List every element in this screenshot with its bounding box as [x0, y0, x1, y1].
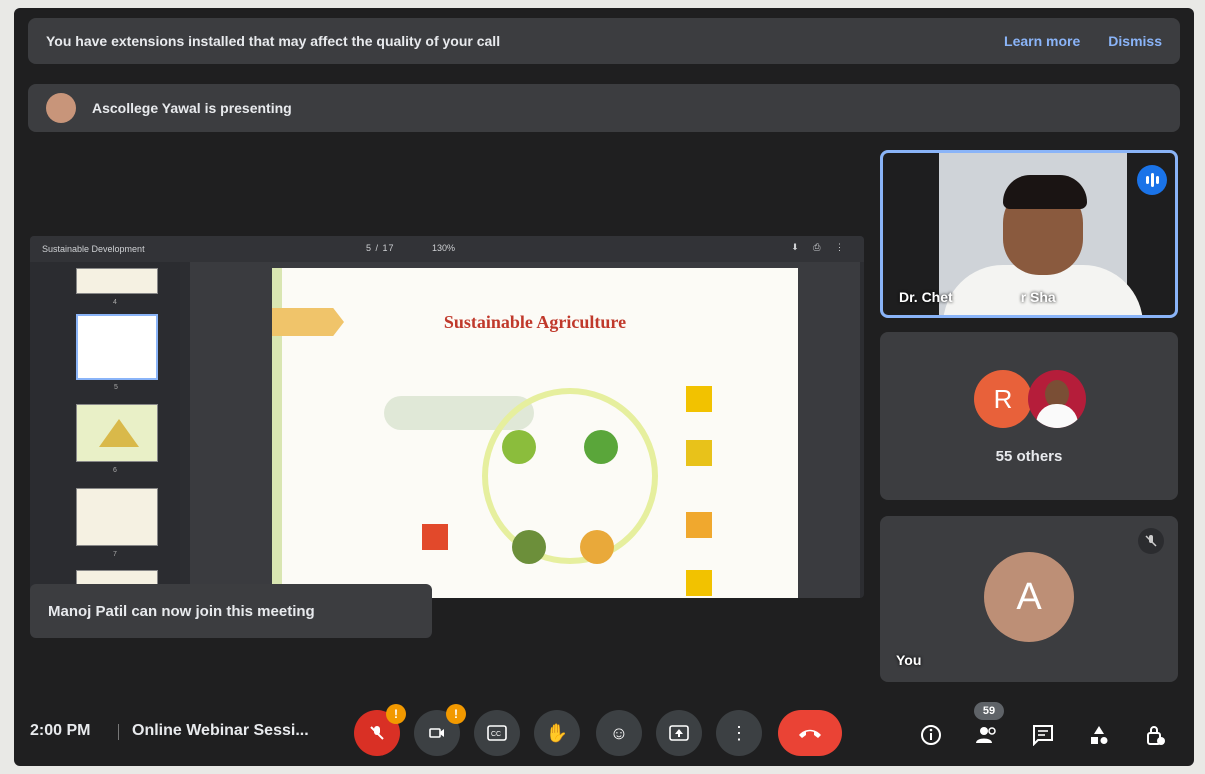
participant-count-badge: 59 [974, 702, 1004, 720]
present-screen-button[interactable] [656, 710, 702, 756]
thumbnail-number: 4 [113, 299, 117, 306]
lock-icon [1147, 726, 1165, 745]
self-tile[interactable]: A You [880, 516, 1178, 682]
warning-badge: ! [386, 704, 406, 724]
leave-call-button[interactable] [778, 710, 842, 756]
presenter-avatar [46, 93, 76, 123]
meeting-time: 2:00 PM [30, 722, 91, 739]
others-count-label: 55 others [995, 448, 1063, 465]
activities-button[interactable] [1086, 722, 1112, 748]
host-controls-button[interactable] [1142, 722, 1168, 748]
more-vert-icon: ⋮ [730, 722, 748, 743]
camera-toggle-button[interactable]: ! [414, 704, 466, 756]
bottom-control-bar: 2:00 PM Online Webinar Sessi... ! ! CC ✋… [14, 694, 1194, 766]
separator [118, 724, 119, 740]
sdg-icon [686, 440, 712, 466]
meeting-details-button[interactable] [918, 722, 944, 748]
slide-canvas: Sustainable Agriculture [190, 262, 860, 598]
raise-hand-button[interactable]: ✋ [534, 710, 580, 756]
participant-photo-avatar [1028, 370, 1086, 428]
slide-thumbnail: 6 [76, 404, 158, 474]
presenting-text: Ascollege Yawal is presenting [92, 100, 292, 116]
thumbnail-number: 7 [113, 551, 117, 558]
toolbar-icons: ⬇ ⎙ ⋮ [791, 242, 850, 252]
thumbnail-number: 5 [114, 384, 118, 391]
learn-more-link[interactable]: Learn more [1004, 33, 1080, 49]
present-icon [669, 725, 689, 741]
captions-button[interactable]: CC [474, 710, 520, 756]
emoji-icon: ☺ [609, 722, 629, 743]
extension-warning-banner: You have extensions installed that may a… [28, 18, 1180, 64]
self-label: You [896, 652, 922, 668]
meet-window: You have extensions installed that may a… [14, 8, 1194, 766]
page-indicator: 5 / 17 [366, 243, 395, 253]
toast-message: Manoj Patil can now join this meeting [48, 602, 315, 620]
thumbnail-sidebar: 4 5 6 7 [30, 262, 180, 598]
shared-screen[interactable]: Sustainable Development 5 / 17 130% ⬇ ⎙ … [30, 236, 864, 598]
speaker-name-end: r Sha [1020, 289, 1056, 305]
people-button[interactable]: 59 [974, 702, 1004, 748]
warning-badge: ! [446, 704, 466, 724]
speaking-indicator-icon [1137, 165, 1167, 195]
slide-title: Sustainable Agriculture [443, 312, 627, 332]
dismiss-button[interactable]: Dismiss [1108, 33, 1162, 49]
slide-node-icon [502, 430, 536, 464]
reactions-button[interactable]: ☺ [596, 710, 642, 756]
sdg-icon [686, 570, 712, 596]
speaker-video-tile[interactable]: Dr. Chet r Sha [880, 150, 1178, 318]
slide-node-icon [580, 530, 614, 564]
mic-off-icon [1138, 528, 1164, 554]
self-avatar: A [984, 552, 1074, 642]
pdf-toolbar: Sustainable Development 5 / 17 130% ⬇ ⎙ … [30, 236, 864, 262]
meeting-name: Online Webinar Sessi... [132, 722, 309, 739]
sdg-icon [686, 512, 712, 538]
camera-off-icon [429, 728, 444, 738]
chat-icon [1033, 725, 1053, 746]
more-options-button[interactable]: ⋮ [716, 710, 762, 756]
hand-icon: ✋ [545, 722, 569, 743]
activities-icon [1091, 726, 1108, 744]
people-icon [976, 727, 996, 743]
info-icon [921, 725, 941, 745]
presenting-banner: Ascollege Yawal is presenting [28, 84, 1180, 132]
join-notification-toast: Manoj Patil can now join this meeting [30, 584, 432, 638]
speaker-name-start: Dr. Chet [899, 289, 953, 305]
slide-cycle-diagram [482, 388, 658, 564]
current-slide: Sustainable Agriculture [272, 268, 798, 598]
end-call-icon [799, 729, 821, 738]
slide-thumbnail: 4 [76, 268, 158, 306]
captions-icon: CC [487, 725, 507, 741]
participant-avatar: R [974, 370, 1032, 428]
thumbnail-number: 6 [113, 467, 117, 474]
extension-warning-text: You have extensions installed that may a… [46, 33, 501, 49]
chat-button[interactable] [1030, 722, 1056, 748]
slide-thumbnail: 7 [76, 488, 158, 558]
mic-off-icon [370, 726, 384, 740]
slide-node-icon [584, 430, 618, 464]
slide-node-icon [512, 530, 546, 564]
svg-text:CC: CC [491, 731, 501, 738]
sdg-icon [686, 386, 712, 412]
speaker-name: Dr. Chet r Sha [899, 289, 1056, 305]
microphone-toggle-button[interactable]: ! [354, 704, 406, 756]
zoom-level: 130% [432, 243, 456, 253]
speaker-hair [1003, 175, 1087, 209]
slide-thumbnail-current: 5 [76, 314, 158, 391]
others-tile[interactable]: R 55 others [880, 332, 1178, 500]
sdg-icon [422, 524, 448, 550]
